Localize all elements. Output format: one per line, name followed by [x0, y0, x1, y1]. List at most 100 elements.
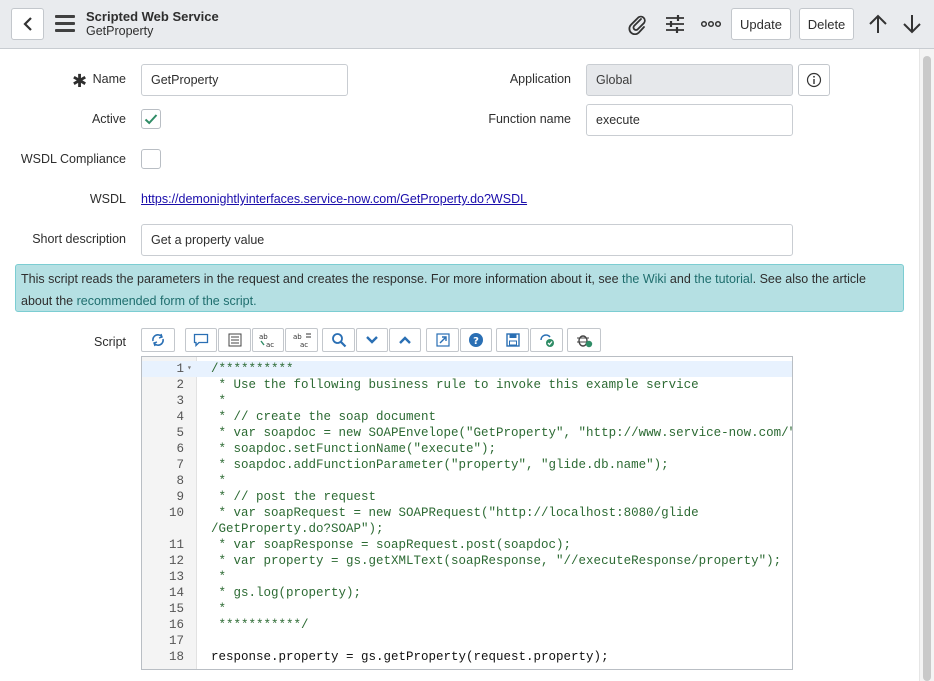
svg-text:ab: ab: [293, 333, 302, 341]
line-number: 10: [168, 506, 184, 520]
line-number: 9: [176, 490, 184, 504]
line-number: 2: [176, 378, 184, 392]
svg-text:ac: ac: [300, 341, 308, 348]
svg-text:ac: ac: [266, 341, 274, 348]
short-description-input[interactable]: Get a property value: [141, 224, 793, 256]
debug-button[interactable]: [567, 328, 601, 352]
script-label: Script: [94, 335, 126, 349]
delete-button[interactable]: Delete: [799, 8, 854, 40]
function-name-input[interactable]: execute: [586, 104, 793, 136]
replace-icon: abac: [259, 333, 274, 348]
checkmark-icon: [144, 114, 158, 125]
code-line[interactable]: 2 * Use the following business rule to i…: [142, 377, 792, 393]
update-button[interactable]: Update: [731, 8, 791, 40]
notice-text-1: This script reads the parameters in the …: [21, 272, 622, 286]
name-label: Name: [92, 72, 126, 86]
debug-icon: [577, 335, 593, 348]
scrollbar-thumb[interactable]: [923, 56, 931, 681]
line-number: 15: [168, 602, 184, 616]
hamburger-menu-icon[interactable]: [55, 15, 75, 33]
save-button[interactable]: [496, 328, 529, 352]
code-line[interactable]: 4 * // create the soap document: [142, 409, 792, 425]
line-number: 5: [176, 426, 184, 440]
line-number: 8: [176, 474, 184, 488]
comment-button[interactable]: [185, 328, 217, 352]
line-number: 6: [176, 442, 184, 456]
line-number: 3: [176, 394, 184, 408]
code-line[interactable]: 8 *: [142, 473, 792, 489]
syntax-check-icon: [539, 334, 554, 347]
replace-all-button[interactable]: ab ac: [285, 328, 318, 352]
help-icon: ?: [469, 333, 483, 347]
line-number: 11: [168, 538, 184, 552]
arrow-down-icon[interactable]: [900, 12, 924, 36]
fold-toggle-icon[interactable]: ▾: [187, 361, 192, 377]
line-number: 12: [168, 554, 184, 568]
format-code-button[interactable]: [218, 328, 251, 352]
form-header: Scripted Web Service GetProperty Update …: [0, 0, 934, 49]
line-number: 4: [176, 410, 184, 424]
chevron-up-icon: [399, 336, 411, 344]
line-number: 18: [168, 650, 184, 664]
function-name-label: Function name: [488, 112, 571, 126]
code-line[interactable]: 6 * soapdoc.setFunctionName("execute");: [142, 441, 792, 457]
code-line[interactable]: 12 * var property = gs.getXMLText(soapRe…: [142, 553, 792, 569]
code-line[interactable]: 1 ▾ /**********: [142, 361, 792, 377]
code-line[interactable]: 3 *: [142, 393, 792, 409]
code-text: * var property = gs.getXMLText(soapRespo…: [211, 554, 782, 568]
line-number: 13: [168, 570, 184, 584]
code-text: * var soapdoc = new SOAPEnvelope("GetPro…: [211, 426, 793, 440]
code-text: *: [211, 394, 227, 408]
fullscreen-icon: [435, 333, 450, 347]
expand-button[interactable]: [389, 328, 421, 352]
toggle-syntax-button[interactable]: [141, 328, 175, 352]
code-line[interactable]: 18 response.property = gs.getProperty(req…: [142, 649, 792, 665]
code-line[interactable]: 10 * var soapRequest = new SOAPRequest("…: [142, 505, 792, 521]
replace-all-icon: abac: [293, 333, 311, 348]
more-options-icon[interactable]: [699, 12, 723, 36]
code-line[interactable]: 14 * gs.log(property);: [142, 585, 792, 601]
notice-text-2: and: [666, 272, 695, 286]
code-line[interactable]: 16 ***********/: [142, 617, 792, 633]
collapse-button[interactable]: [356, 328, 388, 352]
code-text: *: [211, 570, 227, 584]
paperclip-icon[interactable]: [625, 12, 649, 36]
recommended-form-link[interactable]: recommended form of the script.: [77, 294, 257, 308]
code-text: * // create the soap document: [211, 410, 437, 424]
code-line[interactable]: 13 *: [142, 569, 792, 585]
code-text: * gs.log(property);: [211, 586, 362, 600]
code-text: *: [211, 602, 227, 616]
code-line[interactable]: /GetProperty.do?SOAP");: [142, 521, 792, 537]
code-line[interactable]: 9 * // post the request: [142, 489, 792, 505]
wsdl-compliance-checkbox[interactable]: [141, 149, 161, 169]
name-input[interactable]: GetProperty: [141, 64, 348, 96]
arrow-up-icon[interactable]: [866, 12, 890, 36]
fullscreen-button[interactable]: [426, 328, 459, 352]
code-line[interactable]: 15 *: [142, 601, 792, 617]
code-text: /GetProperty.do?SOAP");: [211, 522, 384, 536]
format-code-icon: [228, 333, 241, 347]
wiki-link[interactable]: the Wiki: [622, 272, 666, 286]
syntax-check-button[interactable]: [530, 328, 563, 352]
replace-button[interactable]: ab ac: [252, 328, 284, 352]
wsdl-compliance-label: WSDL Compliance: [20, 152, 126, 166]
code-line[interactable]: 17: [142, 633, 792, 649]
wsdl-link[interactable]: https://demonightlyinterfaces.service-no…: [141, 192, 527, 206]
sliders-icon[interactable]: [663, 12, 687, 36]
line-number: 7: [176, 458, 184, 472]
code-line[interactable]: 5 * var soapdoc = new SOAPEnvelope("GetP…: [142, 425, 792, 441]
back-button[interactable]: [11, 8, 44, 40]
application-field: Global: [586, 64, 793, 96]
active-checkbox[interactable]: [141, 109, 161, 129]
script-editor[interactable]: 1 ▾/********** 2 * Use the following busin…: [141, 356, 793, 670]
code-text: /**********: [211, 362, 294, 376]
tutorial-link[interactable]: the tutorial: [694, 272, 752, 286]
code-text: * soapdoc.setFunctionName("execute");: [211, 442, 497, 456]
info-button[interactable]: [798, 64, 830, 96]
code-line[interactable]: 7 * soapdoc.addFunctionParameter("proper…: [142, 457, 792, 473]
search-button[interactable]: [322, 328, 355, 352]
help-button[interactable]: ?: [460, 328, 492, 352]
code-line[interactable]: 11 * var soapResponse = soapRequest.post…: [142, 537, 792, 553]
code-text: * var soapRequest = new SOAPRequest("htt…: [211, 506, 699, 520]
toggle-syntax-icon: [152, 333, 164, 347]
